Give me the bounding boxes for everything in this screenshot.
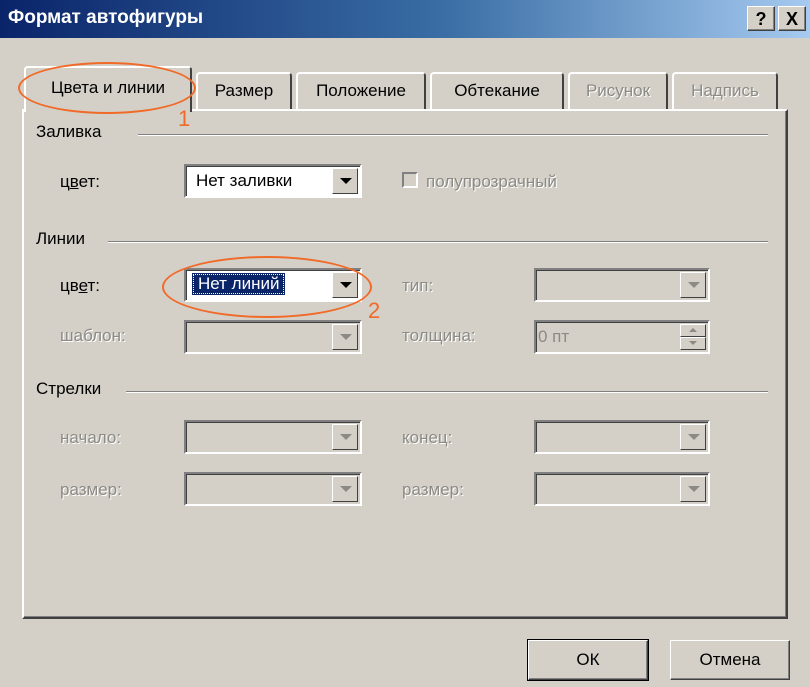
semitransparent-label: полупрозрачный xyxy=(426,172,557,191)
fill-color-label: цвет: xyxy=(60,172,100,191)
arrow-end-dropdown xyxy=(534,420,710,454)
arrow-end-size-dropdown xyxy=(534,472,710,506)
line-color-value: Нет линий xyxy=(192,273,286,295)
tab-size[interactable]: Размер xyxy=(196,72,292,110)
lines-group-divider xyxy=(108,241,768,243)
arrow-begin-label: начало: xyxy=(60,428,122,447)
annotation-marker-2: 2 xyxy=(368,298,381,323)
fill-color-dropdown[interactable]: Нет заливки xyxy=(184,164,362,198)
lines-group-label: Линии xyxy=(36,229,92,249)
arrow-end-label: конец: xyxy=(402,428,453,447)
cancel-button[interactable]: Отмена xyxy=(670,640,790,680)
line-type-label: тип: xyxy=(402,276,434,295)
line-weight-value: 0 пт xyxy=(538,327,570,346)
arrows-group-divider xyxy=(126,391,768,393)
format-autoshape-dialog: Формат автофигуры ? X Цвета и линии Разм… xyxy=(0,0,810,687)
spin-arrows-icon xyxy=(680,324,706,350)
tab-position[interactable]: Положение xyxy=(296,72,426,110)
fill-color-value: Нет заливки xyxy=(196,171,293,190)
tab-text-box: Надпись xyxy=(672,72,778,110)
line-weight-spinner: 0 пт xyxy=(534,320,710,354)
dropdown-arrow-icon xyxy=(680,424,706,450)
dropdown-arrow-icon xyxy=(332,424,358,450)
dropdown-arrow-icon[interactable] xyxy=(332,272,358,298)
close-button[interactable]: X xyxy=(778,6,806,31)
tab-wrapping[interactable]: Обтекание xyxy=(430,72,564,110)
line-color-label: цвет: xyxy=(60,276,100,295)
line-pattern-dropdown xyxy=(184,320,362,354)
arrow-begin-dropdown xyxy=(184,420,362,454)
ok-button[interactable]: ОК xyxy=(527,639,649,681)
fill-group-divider xyxy=(138,134,768,136)
title-bar[interactable]: Формат автофигуры ? X xyxy=(0,0,810,38)
help-button[interactable]: ? xyxy=(747,6,775,31)
semitransparent-checkbox[interactable] xyxy=(402,172,418,188)
dropdown-arrow-icon xyxy=(332,476,358,502)
annotation-marker-1: 1 xyxy=(178,106,191,131)
line-type-dropdown xyxy=(534,268,710,302)
dropdown-arrow-icon[interactable] xyxy=(332,168,358,194)
arrows-group-label: Стрелки xyxy=(36,379,108,399)
arrow-end-size-label: размер: xyxy=(402,480,464,499)
arrow-begin-size-label: размер: xyxy=(60,480,122,499)
tab-colors-and-lines[interactable]: Цвета и линии xyxy=(24,66,192,112)
line-color-dropdown[interactable]: Нет линий xyxy=(184,268,362,302)
tab-picture: Рисунок xyxy=(568,72,668,110)
dropdown-arrow-icon xyxy=(680,272,706,298)
line-weight-label: толщина: xyxy=(402,326,476,345)
dropdown-arrow-icon xyxy=(332,324,358,350)
arrow-begin-size-dropdown xyxy=(184,472,362,506)
fill-group-label: Заливка xyxy=(36,122,108,142)
window-title: Формат автофигуры xyxy=(8,7,204,28)
dropdown-arrow-icon xyxy=(680,476,706,502)
line-pattern-label: шаблон: xyxy=(60,326,126,345)
